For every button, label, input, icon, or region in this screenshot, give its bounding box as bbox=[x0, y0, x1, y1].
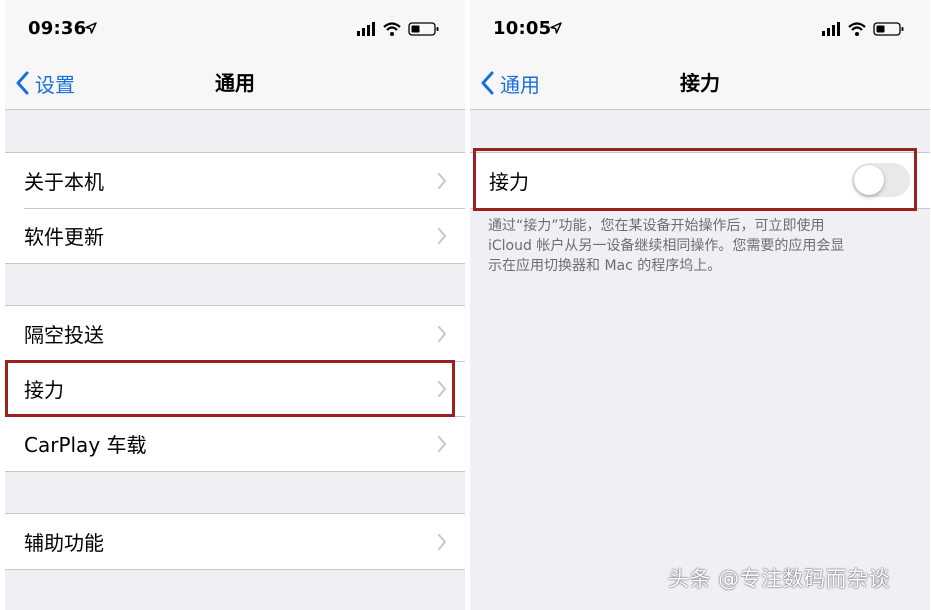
description-line: 通过“接力”功能，您在某设备开始操作后，可立即使用 bbox=[488, 218, 825, 234]
screenshot-canvas: 09:36 设置 通用 关于本机 软件更新 隔空投送 接力 CarPlay 车载… bbox=[0, 0, 931, 610]
list-item-airdrop[interactable]: 隔空投送 bbox=[5, 306, 465, 361]
settings-group-1: 关于本机 软件更新 bbox=[5, 152, 465, 264]
location-arrow-icon bbox=[550, 22, 562, 34]
navigation-bar: 通用 接力 bbox=[470, 56, 930, 110]
back-button-label: 通用 bbox=[500, 72, 540, 97]
settings-group-3: 辅助功能 bbox=[5, 513, 465, 570]
status-time: 09:36 bbox=[28, 18, 87, 39]
wifi-icon bbox=[848, 22, 866, 36]
list-item-label: CarPlay 车载 bbox=[24, 433, 147, 457]
handoff-setting-label: 接力 bbox=[489, 170, 529, 194]
chevron-right-icon bbox=[438, 436, 446, 452]
handoff-setting-row: 接力 bbox=[470, 153, 930, 208]
list-item-carplay[interactable]: CarPlay 车载 bbox=[5, 416, 465, 471]
list-item-label: 隔空投送 bbox=[24, 323, 104, 347]
chevron-left-icon bbox=[481, 71, 494, 95]
status-icons bbox=[357, 22, 439, 36]
chevron-right-icon bbox=[438, 381, 446, 397]
back-button[interactable]: 通用 bbox=[480, 68, 540, 98]
chevron-right-icon bbox=[438, 228, 446, 244]
list-item-handoff[interactable]: 接力 bbox=[5, 361, 465, 416]
back-button-label: 设置 bbox=[35, 72, 75, 97]
list-item-software-update[interactable]: 软件更新 bbox=[5, 208, 465, 263]
description-line: 示在应用切换器和 Mac 的程序坞上。 bbox=[488, 258, 722, 274]
description-line: iCloud 帐户从另一设备继续相同操作。您需要的应用会显 bbox=[488, 238, 845, 254]
chevron-right-icon bbox=[438, 173, 446, 189]
handoff-toggle[interactable] bbox=[852, 163, 910, 197]
battery-icon bbox=[873, 22, 904, 36]
battery-icon bbox=[408, 22, 439, 36]
settings-group-2: 隔空投送 接力 CarPlay 车载 bbox=[5, 305, 465, 472]
chevron-right-icon bbox=[438, 534, 446, 550]
cellular-signal-icon bbox=[357, 22, 375, 36]
right-phone-screen: 10:05 通用 接力 接力 通过“接力”功能，您在某设备开始操作后，可立即使用… bbox=[470, 0, 930, 610]
status-time: 10:05 bbox=[493, 18, 552, 39]
list-item-accessibility[interactable]: 辅助功能 bbox=[5, 514, 465, 569]
list-item-label: 软件更新 bbox=[24, 225, 104, 249]
cellular-signal-icon bbox=[822, 22, 840, 36]
wifi-icon bbox=[383, 22, 401, 36]
list-item-label: 辅助功能 bbox=[24, 531, 104, 555]
handoff-setting-group: 接力 bbox=[470, 152, 930, 209]
chevron-right-icon bbox=[438, 326, 446, 342]
chevron-left-icon bbox=[16, 71, 29, 95]
location-arrow-icon bbox=[85, 22, 97, 34]
list-item-label: 关于本机 bbox=[24, 170, 104, 194]
navigation-bar: 设置 通用 bbox=[5, 56, 465, 110]
status-icons bbox=[822, 22, 904, 36]
toggle-knob bbox=[854, 165, 884, 195]
list-item-about[interactable]: 关于本机 bbox=[5, 153, 465, 208]
status-bar: 09:36 bbox=[5, 0, 465, 56]
left-phone-screen: 09:36 设置 通用 关于本机 软件更新 隔空投送 接力 CarPlay 车载… bbox=[5, 0, 465, 610]
back-button[interactable]: 设置 bbox=[15, 68, 75, 98]
status-bar: 10:05 bbox=[470, 0, 930, 56]
handoff-description: 通过“接力”功能，您在某设备开始操作后，可立即使用 iCloud 帐户从另一设备… bbox=[488, 216, 908, 276]
list-item-label: 接力 bbox=[24, 378, 64, 402]
